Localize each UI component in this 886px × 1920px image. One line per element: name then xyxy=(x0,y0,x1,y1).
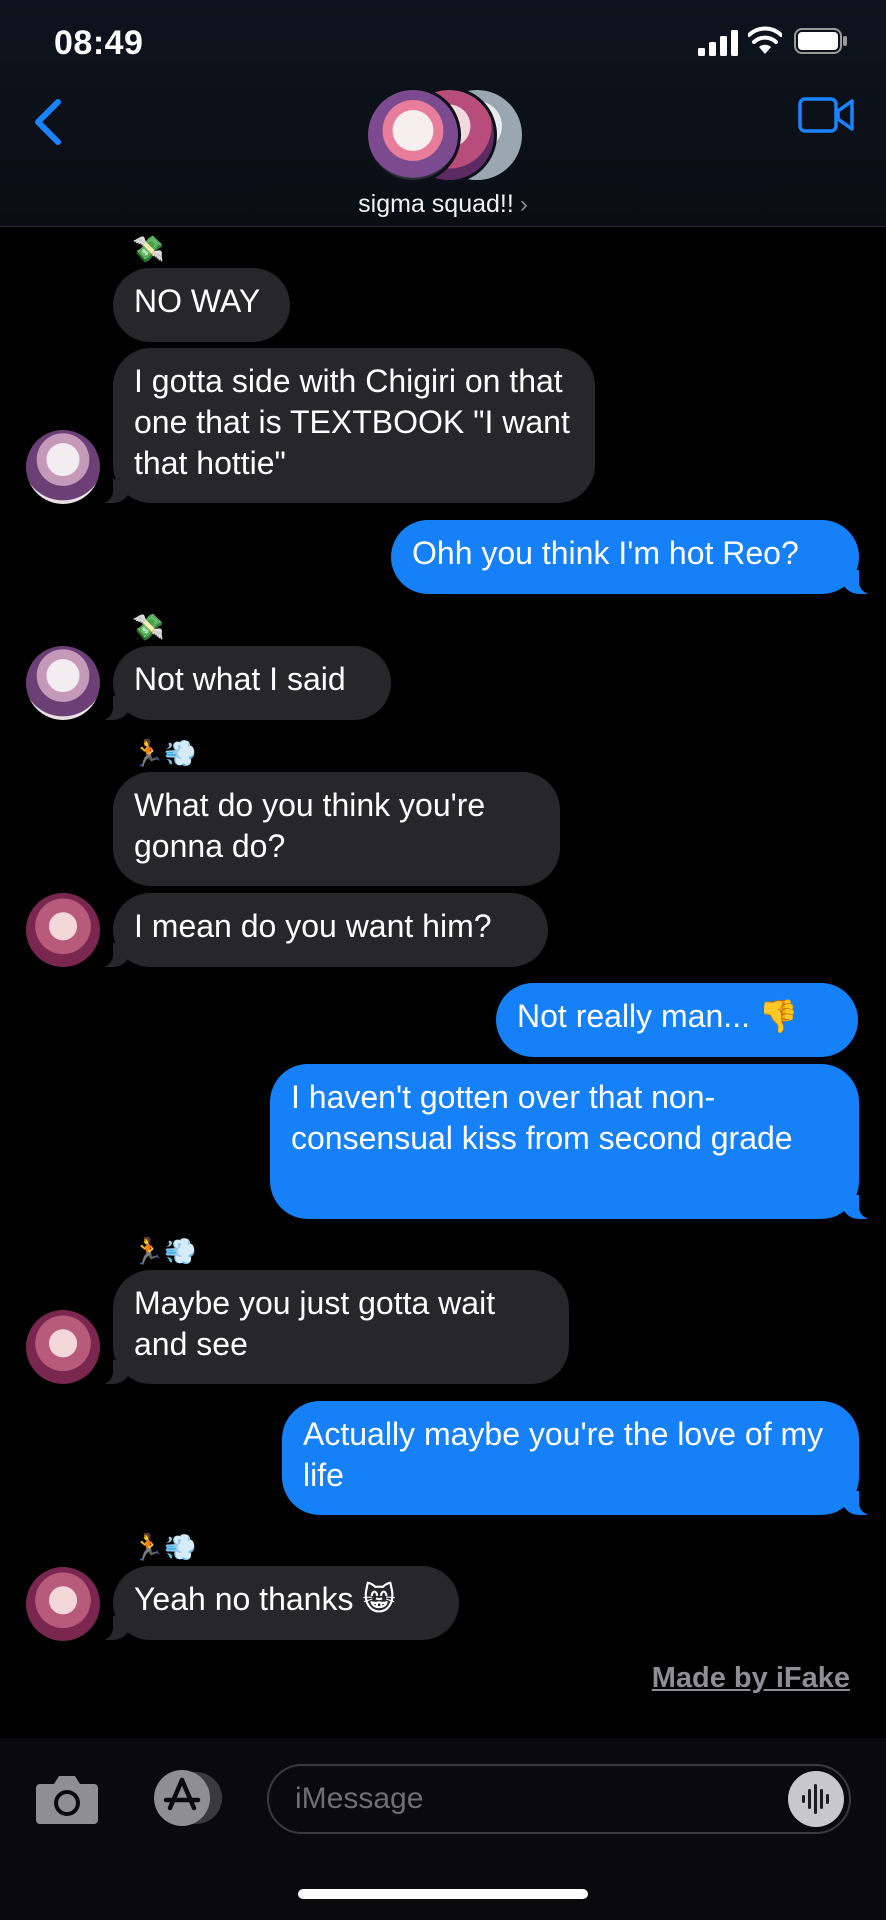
facetime-video-icon[interactable] xyxy=(798,96,854,134)
chevron-right-icon: › xyxy=(519,191,528,218)
message-bubble-received[interactable]: Not what I said xyxy=(91,646,391,720)
watermark-link[interactable]: Made by iFake xyxy=(652,1662,850,1695)
sender-avatar[interactable] xyxy=(26,430,100,504)
sender-avatar[interactable] xyxy=(26,1310,100,1384)
message-bubble-sent[interactable]: Not really man... 👎 xyxy=(496,983,858,1057)
message-text: Not really man... 👎 xyxy=(517,998,799,1034)
battery-icon xyxy=(794,28,847,54)
group-name-label: sigma squad!! xyxy=(358,190,514,218)
waveform-icon xyxy=(802,1784,829,1814)
message-text: Not what I said xyxy=(134,661,346,697)
sender-emoji-label: 🏃💨 xyxy=(132,1236,197,1266)
sender-emoji-label: 💸 xyxy=(132,612,165,642)
sender-avatar[interactable] xyxy=(26,893,100,967)
wifi-icon xyxy=(748,26,782,54)
message-input-field[interactable]: iMessage xyxy=(267,1764,851,1834)
message-bubble-received[interactable]: Yeah no thanks 😸 xyxy=(91,1566,459,1640)
message-text: I mean do you want him? xyxy=(134,908,492,944)
sender-emoji-label: 🏃💨 xyxy=(132,738,197,768)
message-bubble-received[interactable]: NO WAY xyxy=(113,268,290,342)
sender-avatar[interactable] xyxy=(26,1567,100,1641)
message-bubble-received[interactable]: I mean do you want him? xyxy=(91,893,548,967)
app-store-icon[interactable] xyxy=(146,1768,224,1828)
home-indicator[interactable] xyxy=(298,1889,588,1899)
message-text: I haven't gotten over that non-consensua… xyxy=(291,1079,793,1156)
back-chevron-icon[interactable] xyxy=(28,96,68,148)
message-bubble-sent[interactable]: Actually maybe you're the love of my lif… xyxy=(282,1401,881,1515)
status-time: 08:49 xyxy=(54,24,144,62)
message-text: Ohh you think I'm hot Reo? xyxy=(412,535,799,571)
audio-message-button[interactable] xyxy=(788,1771,844,1827)
conversation-header: 08:49 sigma squad!! › xyxy=(0,0,886,227)
message-text: Actually maybe you're the love of my lif… xyxy=(303,1416,824,1493)
message-bubble-sent[interactable]: Ohh you think I'm hot Reo? xyxy=(391,520,881,594)
sender-emoji-label: 🏃💨 xyxy=(132,1532,197,1562)
group-avatar-1 xyxy=(365,87,461,183)
message-text: Yeah no thanks 😸 xyxy=(134,1581,396,1617)
sender-avatar[interactable] xyxy=(26,646,100,720)
message-text: Maybe you just gotta wait and see xyxy=(134,1285,496,1362)
group-name[interactable]: sigma squad!! › xyxy=(0,190,886,219)
message-bubble-received[interactable]: What do you think you're gonna do? xyxy=(113,772,560,886)
message-text: I gotta side with Chigiri on that one th… xyxy=(134,363,570,481)
message-text: NO WAY xyxy=(134,283,261,319)
message-bubble-sent[interactable]: I haven't gotten over that non-consensua… xyxy=(270,1064,881,1219)
sender-emoji-label: 💸 xyxy=(132,234,165,264)
group-avatar-stack[interactable] xyxy=(365,87,525,183)
message-input-placeholder: iMessage xyxy=(295,1782,424,1815)
message-bubble-received[interactable]: Maybe you just gotta wait and see xyxy=(91,1270,569,1384)
camera-icon[interactable] xyxy=(34,1772,100,1826)
message-bubble-received[interactable]: I gotta side with Chigiri on that one th… xyxy=(91,348,595,503)
cellular-signal-icon xyxy=(698,30,738,56)
message-text: What do you think you're gonna do? xyxy=(134,787,486,864)
